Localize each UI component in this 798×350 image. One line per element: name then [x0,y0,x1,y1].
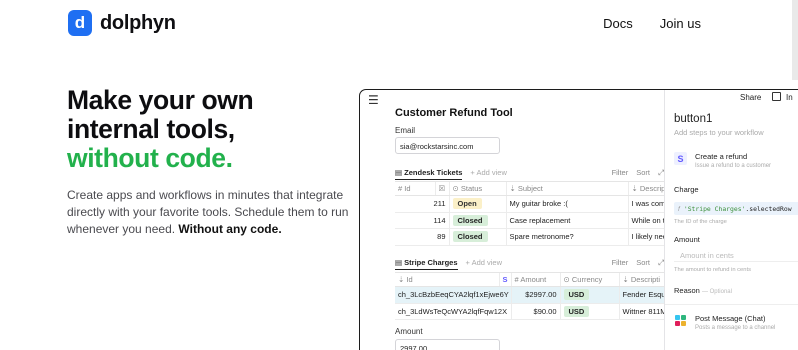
stripe-filter-button[interactable]: Filter [612,258,629,268]
email-field[interactable]: sia@rockstarsinc.com [395,137,500,154]
charge-label: Charge [674,185,699,194]
zendesk-add-view-button[interactable]: + Add view [470,168,506,177]
stripe-table-toolbar: ▤ Stripe Charges + Add view Filter Sort … [395,255,664,270]
slack-icon [674,314,687,327]
currency-badge: USD [563,305,590,317]
charge-expression-field[interactable]: 𝑓 'Stripe Charges'.selectedRow [674,202,798,215]
panel-subtitle: Add steps to your workflow [674,128,764,137]
hero-line-3: without code. [67,143,233,173]
zendesk-table-tab[interactable]: ▤ Zendesk Tickets [395,168,463,180]
table-row[interactable]: 211 Open My guitar broke :( I was comp [395,195,664,213]
col-id[interactable]: # Id [395,181,435,196]
nav-docs-link[interactable]: Docs [603,16,633,31]
zendesk-filter-button[interactable]: Filter [612,168,629,178]
inspect-button[interactable]: In [786,93,793,102]
stripe-table-tab[interactable]: ▤ Stripe Charges [395,258,458,270]
email-label: Email [395,126,416,135]
hamburger-icon[interactable]: ☰ [368,93,379,107]
status-badge: Open [452,198,482,210]
amount-label: Amount [395,327,423,336]
stripe-sort-button[interactable]: Sort [636,258,650,268]
app-preview: ☰ Customer Refund Tool Email sia@rocksta… [359,89,798,350]
currency-badge: USD [563,289,590,301]
col-amount[interactable]: # Amount [510,272,560,287]
page-scrollbar[interactable] [792,0,798,80]
table-row[interactable]: ch_3LcBzbEeqCYA2lqf1xEjwe6Y $2997.00 USD… [395,286,664,304]
table-row[interactable]: 89 Closed Spare metronome? I likely nee [395,228,664,246]
step-subtitle: Issue a refund to a customer [695,163,772,169]
col-description[interactable]: ⇣ Descripti [618,272,664,287]
zendesk-table: # Id ☒ ⊙ Status ⇣ Subject ⇣ Descripti 21… [395,181,664,246]
refund-amount-hint: The amount to refund in cents [674,267,752,273]
zendesk-table-toolbar: ▤ Zendesk Tickets + Add view Filter Sort… [395,165,664,180]
stripe-add-view-button[interactable]: + Add view [466,258,502,267]
refund-amount-label: Amount [674,235,700,244]
logo[interactable]: d dolphyn [68,10,176,36]
tool-title: Customer Refund Tool [395,107,513,119]
col-currency[interactable]: ⊙ Currency [559,272,619,287]
stripe-icon: S [674,152,687,165]
hero: Make your own internal tools, without co… [67,86,357,238]
status-badge: Closed [452,231,488,243]
table-row[interactable]: ch_3LdWsTeQcWYA2lqfFqw12X $90.00 USD Wit… [395,303,664,320]
col-status[interactable]: ⊙ Status [448,181,506,196]
hero-desc-bold: Without any code. [178,222,282,236]
step-title: Create a refund [695,152,748,161]
top-nav: Docs Join us [603,16,701,31]
zendesk-sort-button[interactable]: Sort [636,168,650,178]
step-title: Post Message (Chat) [695,314,766,323]
logo-icon: d [68,10,92,36]
refund-amount-input[interactable]: Amount in cents [674,248,798,262]
zendesk-source-icon: ☒ [434,181,449,196]
col-subject[interactable]: ⇣ Subject [505,181,628,196]
amount-field[interactable]: 2997.00 [395,339,500,350]
workflow-panel: Share In button1 Add steps to your workf… [664,90,798,350]
nav-join-link[interactable]: Join us [660,16,701,31]
panel-divider [665,304,798,305]
status-badge: Closed [452,214,488,226]
step-subtitle: Posts a message to a channel [695,325,776,331]
panel-title: button1 [674,113,713,125]
hero-line-2: internal tools, [67,114,235,144]
col-id[interactable]: ⇣ Id [395,272,499,287]
hero-description: Create apps and workflows in minutes tha… [67,187,357,238]
hero-line-1: Make your own [67,85,254,115]
reason-label: Reason — Optional [674,286,732,295]
share-button[interactable]: Share [740,93,761,102]
charge-hint: The ID of the charge [674,219,727,225]
table-row[interactable]: 114 Closed Case replacement While on to [395,212,664,229]
stripe-table: ⇣ Id S # Amount ⊙ Currency ⇣ Descripti c… [395,272,664,320]
brand-name: dolphyn [100,11,176,34]
col-description[interactable]: ⇣ Descripti [627,181,664,196]
step-create-refund[interactable]: S Create a refund Issue a refund to a cu… [674,152,771,169]
inspect-icon[interactable] [772,92,781,101]
app-canvas: ☰ Customer Refund Tool Email sia@rocksta… [360,90,664,350]
stripe-source-icon: S [498,272,511,287]
hero-headline: Make your own internal tools, without co… [67,86,357,173]
step-post-message[interactable]: Post Message (Chat) Posts a message to a… [674,314,775,331]
